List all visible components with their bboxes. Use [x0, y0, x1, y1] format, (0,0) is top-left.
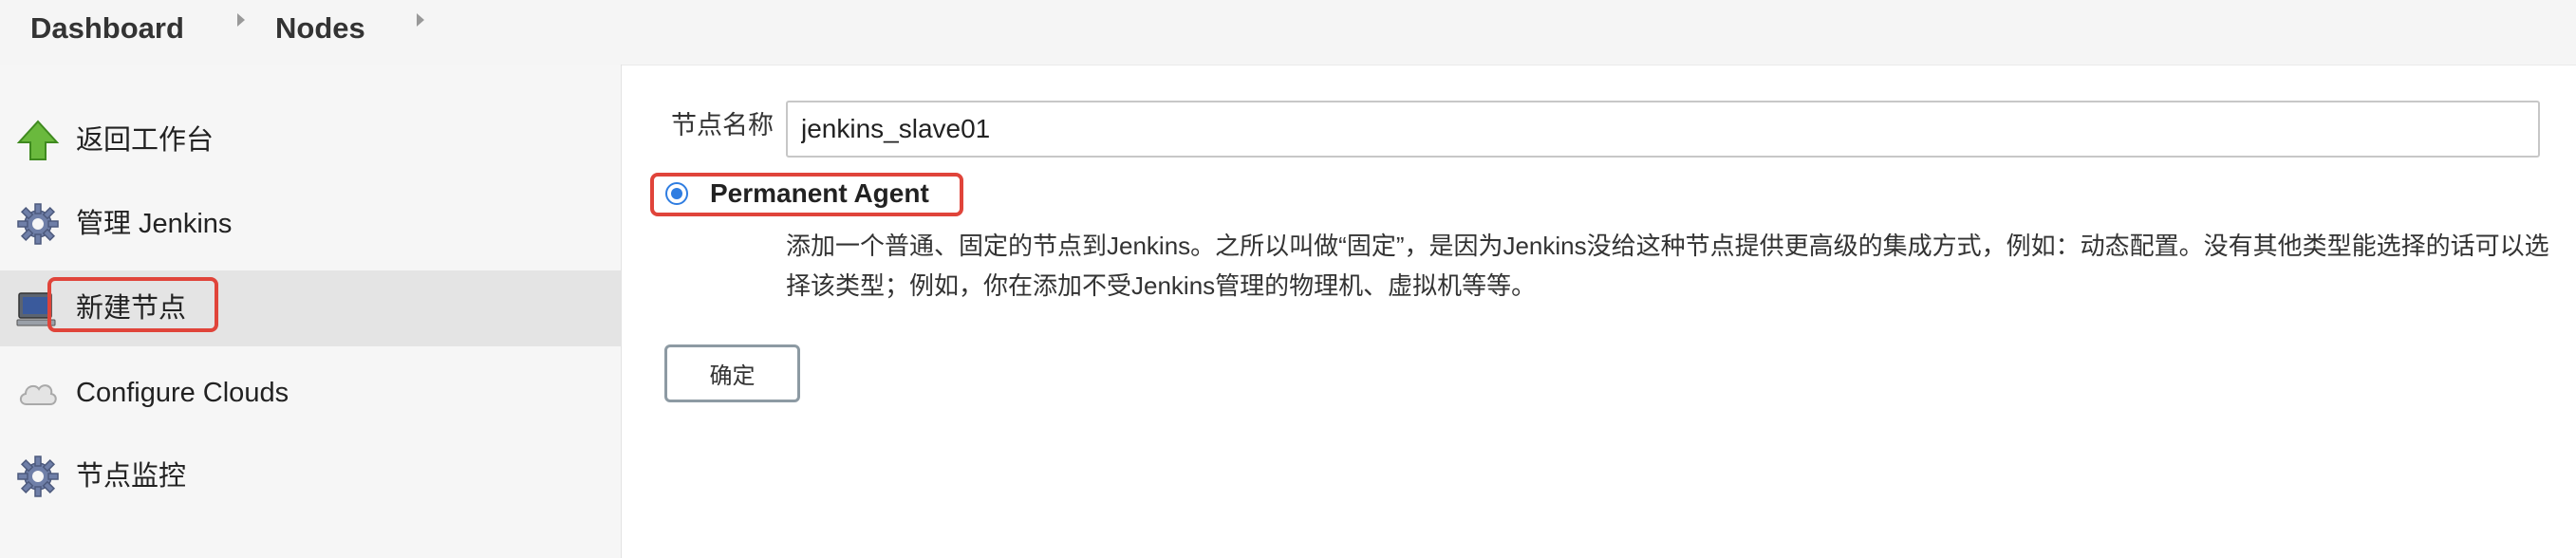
- permanent-agent-radio[interactable]: [665, 182, 688, 205]
- breadcrumb: Dashboard Nodes: [0, 0, 2576, 65]
- breadcrumb-nodes[interactable]: Nodes: [275, 8, 365, 49]
- node-name-input[interactable]: [786, 101, 2540, 158]
- sidebar-item-label: Configure Clouds: [76, 378, 289, 408]
- gear-icon: [17, 456, 59, 497]
- ok-button[interactable]: 确定: [664, 344, 800, 402]
- sidebar-item-configure-clouds[interactable]: Configure Clouds: [0, 355, 621, 431]
- breadcrumb-separator-icon[interactable]: [417, 13, 424, 27]
- sidebar-item-node-monitoring[interactable]: 节点监控: [0, 438, 621, 514]
- sidebar-item-manage-jenkins[interactable]: 管理 Jenkins: [0, 186, 621, 262]
- gear-icon: [17, 203, 59, 245]
- sidebar-item-label: 节点监控: [76, 461, 187, 492]
- sidebar-item-label: 管理 Jenkins: [76, 209, 233, 239]
- sidebar-item-back-to-dashboard[interactable]: 返回工作台: [0, 102, 621, 178]
- up-arrow-icon: [16, 120, 60, 160]
- breadcrumb-dashboard[interactable]: Dashboard: [30, 8, 184, 49]
- node-name-label: 节点名称: [671, 111, 774, 140]
- sidebar-item-label: 返回工作台: [76, 125, 215, 156]
- highlight-box: [47, 277, 218, 332]
- permanent-agent-label[interactable]: Permanent Agent: [710, 178, 929, 209]
- cloud-icon: [19, 384, 57, 405]
- permanent-agent-description: 添加一个普通、固定的节点到Jenkins。之所以叫做“固定”，是因为Jenkin…: [786, 232, 2549, 300]
- breadcrumb-separator-icon[interactable]: [237, 13, 245, 27]
